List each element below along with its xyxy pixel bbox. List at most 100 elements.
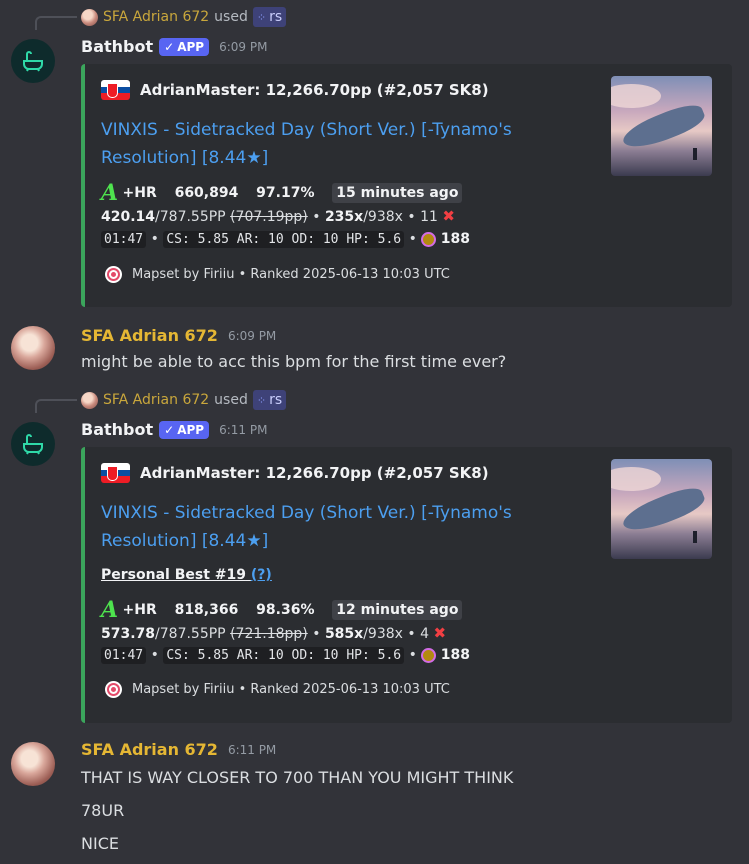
message-text: 78UR bbox=[81, 801, 125, 820]
slash-command-icon: ⁘ bbox=[256, 10, 267, 24]
app-badge: ✓ APP bbox=[159, 37, 210, 56]
reply-username[interactable]: SFA Adrian 672 bbox=[103, 9, 209, 25]
mods: +HR bbox=[122, 602, 157, 618]
pp-value: 573.78 bbox=[101, 626, 156, 642]
bot-avatar[interactable] bbox=[11, 422, 55, 466]
reply-avatar bbox=[81, 8, 98, 26]
bot-username[interactable]: Bathbot bbox=[81, 420, 153, 439]
map-stats: CS: 5.85 AR: 10 OD: 10 HP: 5.6 bbox=[163, 231, 405, 248]
slash-command[interactable]: ⁘ rs bbox=[252, 7, 287, 27]
pp-max: /787.55PP bbox=[155, 209, 226, 225]
bpm-value: 188 bbox=[440, 647, 470, 663]
score-embed: AdrianMaster: 12,266.70pp (#2,057 SK8) V… bbox=[81, 447, 732, 723]
author-text: AdrianMaster: 12,266.70pp (#2,057 SK8) bbox=[140, 81, 489, 99]
beatmap-thumbnail[interactable] bbox=[611, 76, 712, 176]
time-ago: 12 minutes ago bbox=[332, 600, 463, 620]
bathtub-icon bbox=[23, 434, 43, 455]
username[interactable]: SFA Adrian 672 bbox=[81, 740, 218, 759]
grade-icon: A bbox=[101, 597, 119, 623]
osu-icon bbox=[105, 266, 122, 283]
lazer-icon bbox=[421, 648, 437, 663]
message-header: Bathbot ✓ APP 6:11 PM bbox=[81, 420, 267, 439]
accuracy-value: 97.17% bbox=[256, 185, 315, 201]
pp-fc: (721.18pp) bbox=[230, 626, 308, 642]
message-header: SFA Adrian 672 6:11 PM bbox=[81, 740, 276, 759]
message-header: Bathbot ✓ APP 6:09 PM bbox=[81, 37, 267, 56]
score-line: A +HR 818,366 98.36% 12 minutes ago bbox=[101, 597, 463, 623]
slash-command[interactable]: ⁘ rs bbox=[252, 390, 287, 410]
embed-author[interactable]: AdrianMaster: 12,266.70pp (#2,057 SK8) bbox=[101, 463, 489, 483]
checkmark-icon: ✓ bbox=[164, 422, 175, 437]
bot-avatar[interactable] bbox=[11, 39, 55, 83]
reply-context[interactable]: SFA Adrian 672 used ⁘ rs bbox=[81, 390, 287, 410]
pp-line: 573.78/787.55PP (721.18pp) • 585x/938x •… bbox=[101, 624, 447, 642]
username[interactable]: SFA Adrian 672 bbox=[81, 326, 218, 345]
embed-title-link[interactable]: VINXIS - Sidetracked Day (Short Ver.) [-… bbox=[101, 116, 551, 172]
bathtub-icon bbox=[23, 51, 43, 72]
command-name: rs bbox=[269, 9, 283, 25]
reply-used-text: used bbox=[214, 392, 248, 408]
personal-best-label: Personal Best #19 bbox=[101, 567, 246, 583]
combo-value: 585x bbox=[324, 626, 364, 642]
checkmark-icon: ✓ bbox=[164, 39, 175, 54]
map-length: 01:47 bbox=[101, 647, 147, 664]
pp-line: 420.14/787.55PP (707.19pp) • 235x/938x •… bbox=[101, 207, 455, 225]
timestamp[interactable]: 6:11 PM bbox=[228, 743, 276, 757]
footer-text: Mapset by Firiiu • Ranked 2025-06-13 10:… bbox=[132, 267, 450, 282]
pp-max: /787.55PP bbox=[155, 626, 226, 642]
reply-used-text: used bbox=[214, 9, 248, 25]
embed-title-link[interactable]: VINXIS - Sidetracked Day (Short Ver.) [-… bbox=[101, 499, 551, 555]
combo-max: /938x bbox=[363, 209, 403, 225]
embed-author[interactable]: AdrianMaster: 12,266.70pp (#2,057 SK8) bbox=[101, 80, 489, 100]
user-avatar[interactable] bbox=[11, 742, 55, 786]
grade-icon: A bbox=[101, 180, 119, 206]
miss-x-icon: ✖ bbox=[433, 624, 447, 642]
map-stats: CS: 5.85 AR: 10 OD: 10 HP: 5.6 bbox=[163, 647, 405, 664]
bot-username[interactable]: Bathbot bbox=[81, 37, 153, 56]
app-badge: ✓ APP bbox=[159, 420, 210, 439]
timestamp[interactable]: 6:09 PM bbox=[219, 40, 267, 54]
map-stats-line: 01:47 • CS: 5.85 AR: 10 OD: 10 HP: 5.6 •… bbox=[101, 647, 470, 664]
combo-max: /938x bbox=[363, 626, 403, 642]
message-text: might be able to acc this bpm for the fi… bbox=[81, 352, 507, 371]
slash-command-icon: ⁘ bbox=[256, 393, 267, 407]
beatmap-thumbnail[interactable] bbox=[611, 459, 712, 559]
osu-icon bbox=[105, 681, 122, 698]
score-value: 660,894 bbox=[174, 185, 239, 201]
bpm-value: 188 bbox=[440, 231, 470, 247]
combo-value: 235x bbox=[324, 209, 364, 225]
message-header: SFA Adrian 672 6:09 PM bbox=[81, 326, 276, 345]
reply-username[interactable]: SFA Adrian 672 bbox=[103, 392, 209, 408]
flag-slovakia-icon bbox=[101, 463, 130, 483]
flag-slovakia-icon bbox=[101, 80, 130, 100]
map-stats-line: 01:47 • CS: 5.85 AR: 10 OD: 10 HP: 5.6 •… bbox=[101, 231, 470, 248]
mods: +HR bbox=[122, 185, 157, 201]
pp-fc: (707.19pp) bbox=[230, 209, 308, 225]
miss-x-icon: ✖ bbox=[442, 207, 455, 225]
embed-footer: Mapset by Firiiu • Ranked 2025-06-13 10:… bbox=[105, 266, 450, 283]
personal-best: Personal Best #19 (?) bbox=[101, 567, 272, 583]
personal-best-help-link[interactable]: (?) bbox=[251, 567, 272, 583]
reply-connector bbox=[35, 16, 77, 30]
command-name: rs bbox=[269, 392, 283, 408]
miss-count: 4 bbox=[420, 626, 430, 642]
miss-count: 11 bbox=[420, 209, 438, 225]
user-avatar[interactable] bbox=[11, 326, 55, 370]
app-badge-label: APP bbox=[177, 39, 205, 54]
time-ago: 15 minutes ago bbox=[332, 183, 463, 203]
reply-avatar bbox=[81, 391, 98, 409]
app-badge-label: APP bbox=[177, 422, 205, 437]
score-line: A +HR 660,894 97.17% 15 minutes ago bbox=[101, 180, 463, 206]
score-embed: AdrianMaster: 12,266.70pp (#2,057 SK8) V… bbox=[81, 64, 732, 307]
message-text: NICE bbox=[81, 834, 119, 853]
map-length: 01:47 bbox=[101, 231, 147, 248]
message-text: THAT IS WAY CLOSER TO 700 THAN YOU MIGHT… bbox=[81, 768, 514, 787]
reply-context[interactable]: SFA Adrian 672 used ⁘ rs bbox=[81, 7, 287, 27]
timestamp[interactable]: 6:11 PM bbox=[219, 423, 267, 437]
footer-text: Mapset by Firiiu • Ranked 2025-06-13 10:… bbox=[132, 682, 450, 697]
score-value: 818,366 bbox=[174, 602, 239, 618]
accuracy-value: 98.36% bbox=[256, 602, 315, 618]
reply-connector bbox=[35, 399, 77, 413]
pp-value: 420.14 bbox=[101, 209, 156, 225]
timestamp[interactable]: 6:09 PM bbox=[228, 329, 276, 343]
